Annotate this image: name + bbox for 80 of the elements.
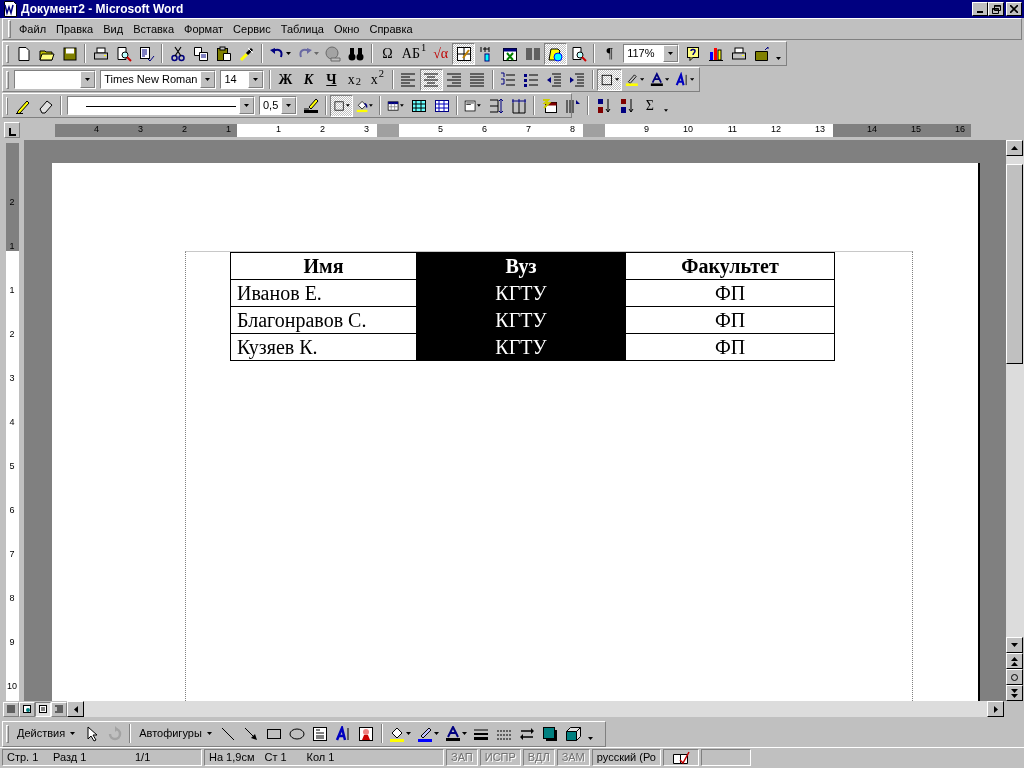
combo-box[interactable]: 117% <box>623 44 680 63</box>
ruler-number: 1 <box>225 123 231 137</box>
status-text: Разд 1 <box>52 750 88 766</box>
ruler-number: 2 <box>9 328 15 339</box>
text-button[interactable]: √α <box>429 42 453 65</box>
table-cell: ФП <box>625 279 835 307</box>
text-button[interactable]: Ω <box>375 42 399 65</box>
ruler-number: 15 <box>910 123 921 137</box>
menu-item[interactable]: Вставка <box>128 19 179 39</box>
status-text: Ст 1 <box>263 750 288 766</box>
window-title: Документ2 - Microsoft Word <box>21 1 184 18</box>
ruler-number: 3 <box>363 123 369 137</box>
status-text: Кол 1 <box>305 750 336 766</box>
status-text: ВДЛ <box>522 749 555 766</box>
table-cell: Благонравов С. <box>230 306 417 334</box>
ruler-number: 5 <box>437 123 443 137</box>
ruler-number: 10 <box>7 680 17 691</box>
ruler-number: 12 <box>770 123 781 137</box>
ruler-number: 11 <box>726 123 737 137</box>
table-cell: КГТУ <box>416 279 626 307</box>
table-cell: Кузяев К. <box>230 333 417 361</box>
combo-box[interactable]: 14 <box>220 70 264 89</box>
table-header-cell: Вуз <box>416 252 626 280</box>
ruler-number: 1 <box>9 284 15 295</box>
text-button[interactable]: Σ <box>638 94 662 117</box>
status-text: русский (Ро <box>591 749 661 766</box>
ruler-number: 2 <box>181 123 187 137</box>
status-text: ЗАП <box>446 749 478 766</box>
ruler-number: 10 <box>682 123 693 137</box>
ruler-number: 7 <box>9 548 15 559</box>
status-text: Стр. 1 <box>6 750 40 766</box>
ruler-number: 9 <box>9 636 15 647</box>
menu-item[interactable]: Правка <box>51 19 99 39</box>
table-cell: КГТУ <box>416 333 626 361</box>
table-cell: Иванов Е. <box>230 279 417 307</box>
text-button[interactable]: x$^{2}$ <box>365 68 389 91</box>
table-cell: ФП <box>625 333 835 361</box>
ruler-number: 2 <box>319 123 325 137</box>
ruler-number: 7 <box>525 123 531 137</box>
ruler-number: 8 <box>9 592 15 603</box>
status-text: ИСПР <box>479 749 521 766</box>
combo-box[interactable]: Times New Roman <box>100 70 217 89</box>
table-header-cell: Имя <box>230 252 417 280</box>
table-header-cell: Факультет <box>625 252 835 280</box>
menu-item[interactable]: Файл <box>14 19 52 39</box>
combo-box[interactable]: 0,5 <box>259 96 298 115</box>
text-button[interactable]: Ч <box>319 68 343 91</box>
ruler-number: 1 <box>275 123 281 137</box>
text-button[interactable]: АБ$^{1}$ <box>398 42 430 65</box>
ruler-number: 14 <box>866 123 877 137</box>
text-button[interactable]: ¶ <box>598 42 622 65</box>
menu-button[interactable]: Автофигуры <box>134 722 217 745</box>
ruler-number: 9 <box>643 123 649 137</box>
ruler-number: 5 <box>9 460 15 471</box>
menu-button[interactable]: Действия <box>12 722 81 745</box>
menu-item[interactable]: Окно <box>328 19 365 39</box>
ruler-number: 13 <box>814 123 825 137</box>
ruler-number: 6 <box>481 123 487 137</box>
ruler-number: 6 <box>9 504 15 515</box>
ruler-number: 8 <box>569 123 575 137</box>
status-text: 1/1 <box>134 750 152 766</box>
ruler-number: 16 <box>954 123 965 137</box>
menu-item[interactable]: Справка <box>364 19 418 39</box>
ruler-number: 1 <box>9 240 15 251</box>
ruler-number: 3 <box>137 123 143 137</box>
ruler-number: 4 <box>93 123 99 137</box>
menu-item[interactable]: Сервис <box>228 19 276 39</box>
menu-item[interactable]: Формат <box>179 19 229 39</box>
ruler-number: 4 <box>9 416 15 427</box>
text-button[interactable]: Ж <box>273 68 297 91</box>
table-cell: КГТУ <box>416 306 626 334</box>
table-cell: ФП <box>625 306 835 334</box>
ruler-number: 3 <box>9 372 15 383</box>
menu-item[interactable]: Таблица <box>275 19 329 39</box>
status-text: ЗАМ <box>556 749 590 766</box>
menu-item[interactable]: Вид <box>98 19 129 39</box>
status-text: На 1,9см <box>208 750 256 766</box>
text-button[interactable]: x$_{2}$ <box>342 68 366 91</box>
ruler-number: 2 <box>9 196 15 207</box>
text-button[interactable]: К <box>296 68 320 91</box>
